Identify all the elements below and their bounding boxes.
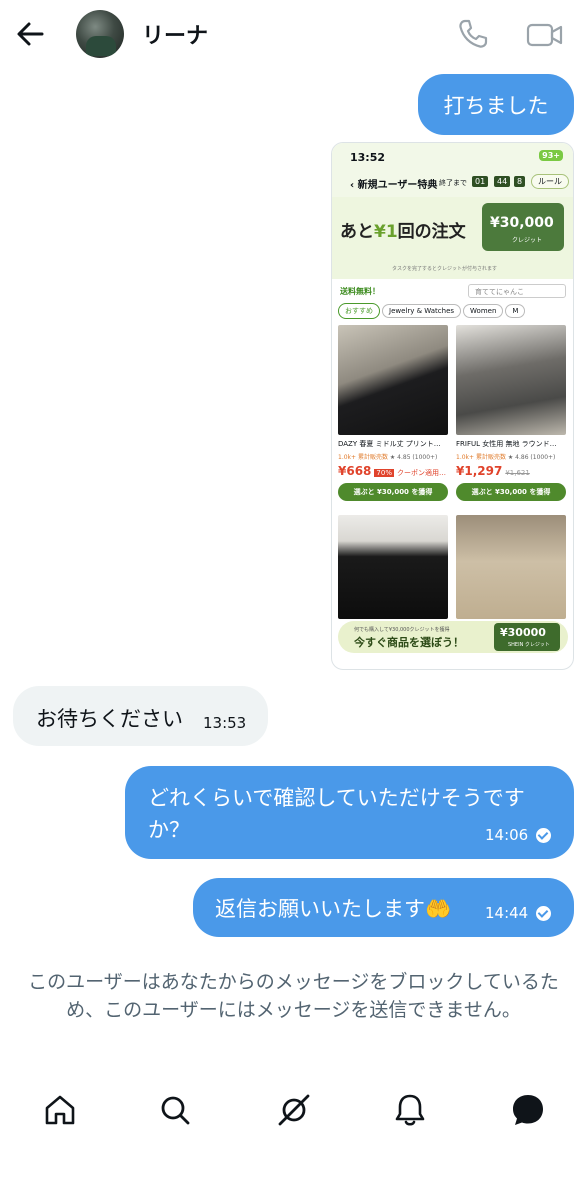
- image-footer-banner: 何でも購入して¥30,000クレジットを獲得 今すぐ商品を選ぼう！ ¥30000…: [338, 621, 568, 653]
- image-end-label: 終了まで: [439, 179, 467, 187]
- message-bubble-incoming[interactable]: お待ちください 13:53: [13, 686, 268, 746]
- image-banner-headline: あと¥1回の注文: [340, 222, 466, 242]
- image-product-card: [456, 515, 566, 619]
- message-bubble-outgoing[interactable]: どれくらいで確認していただけそうですか？ 14:06: [125, 766, 574, 859]
- image-product-card: [338, 515, 448, 619]
- product-photo: [338, 515, 448, 619]
- phone-icon[interactable]: [456, 17, 490, 51]
- blocked-notice: このユーザーはあなたからのメッセージをブロックしているため、このユーザーにはメッ…: [28, 971, 559, 1021]
- image-category-chips: おすすめ Jewelry & Watches Women M: [338, 303, 573, 319]
- message-time: 14:44: [485, 904, 529, 922]
- countdown-minutes: 44: [494, 176, 511, 187]
- product-photo: [338, 325, 448, 435]
- message-time: 13:53: [203, 714, 247, 732]
- image-product-card: FRIFUL 女性用 無地 ラウンド… 1.0k+ 累計販売数 ★ 4.86 (…: [456, 325, 566, 501]
- product-photo: [456, 325, 566, 435]
- search-icon[interactable]: [157, 1092, 193, 1128]
- bottom-navigation: [0, 1080, 587, 1150]
- message-text: 返信お願いいたします🤲: [215, 897, 452, 921]
- image-status-time: 13:52: [350, 151, 386, 164]
- image-page-title: ‹ 新規ユーザー特典: [350, 180, 438, 191]
- conversation-header: リーナ: [0, 0, 587, 66]
- image-search-box: 育ててにゃんこ: [468, 284, 566, 298]
- bell-icon[interactable]: [392, 1092, 428, 1128]
- product-photo: [456, 515, 566, 619]
- battery-icon: 93+: [539, 150, 563, 161]
- message-text: 打ちました: [443, 93, 549, 118]
- shared-image[interactable]: 13:52 93+ ‹ 新規ユーザー特典 終了まで 01 44 8 ルール あと…: [331, 142, 574, 670]
- image-product-card: DAZY 春夏 ミドル丈 プリント… 1.0k+ 累計販売数 ★ 4.85 (1…: [338, 325, 448, 501]
- countdown-hours: 01: [472, 176, 489, 187]
- contact-name[interactable]: リーナ: [142, 18, 208, 50]
- image-filter-row: 送料無料！ 育ててにゃんこ: [332, 281, 573, 301]
- message-time: 14:06: [485, 826, 529, 844]
- video-camera-icon[interactable]: [526, 18, 564, 52]
- message-meta: 14:44: [485, 904, 552, 922]
- image-banner: あと¥1回の注文 ¥30,000 クレジット タスクを完了するとクレジットが付与…: [332, 197, 573, 279]
- read-check-icon: [536, 827, 552, 843]
- message-bubble-outgoing[interactable]: 打ちました: [418, 74, 574, 135]
- message-text: お待ちください: [36, 707, 183, 731]
- message-meta: 14:06: [485, 826, 552, 844]
- home-icon[interactable]: [42, 1092, 78, 1128]
- messages-icon[interactable]: [510, 1092, 546, 1128]
- grok-icon[interactable]: [276, 1092, 312, 1128]
- arrow-left-icon[interactable]: [14, 18, 46, 50]
- countdown-seconds: 8: [514, 176, 526, 187]
- image-status-bar: 13:52 93+: [332, 143, 573, 169]
- avatar[interactable]: [76, 10, 124, 58]
- image-banner-note: タスクを完了するとクレジットが付与されます: [392, 266, 498, 272]
- image-topbar: ‹ 新規ユーザー特典 終了まで 01 44 8 ルール: [332, 169, 573, 197]
- image-free-shipping: 送料無料！: [340, 287, 380, 296]
- message-bubble-outgoing[interactable]: 返信お願いいたします🤲 14:44: [193, 878, 574, 937]
- image-rule-label: ルール: [531, 174, 569, 189]
- read-check-icon: [536, 905, 552, 921]
- image-credit-card: ¥30,000 クレジット: [482, 203, 564, 251]
